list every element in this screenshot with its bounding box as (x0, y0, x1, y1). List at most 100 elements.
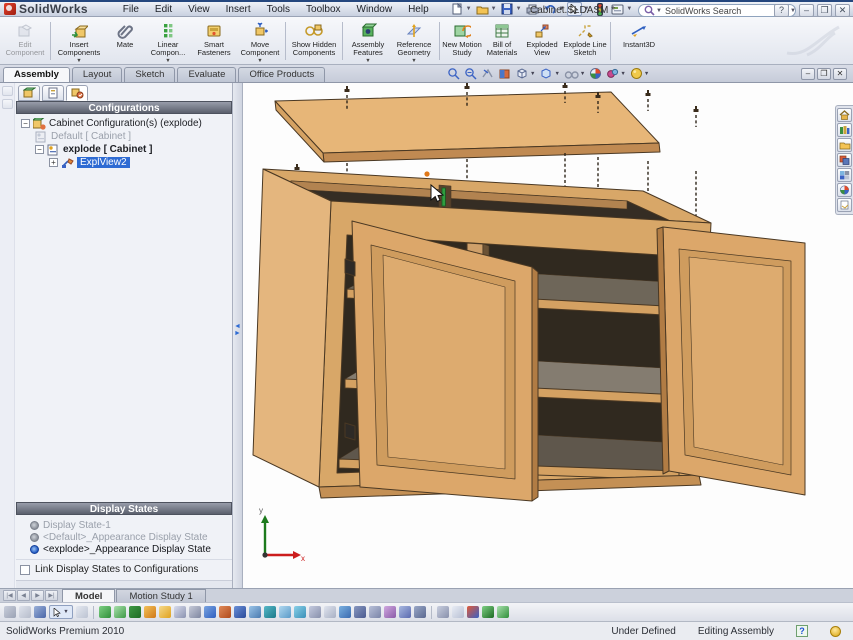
edit-appearance-icon[interactable] (589, 67, 602, 80)
open-folder-icon[interactable] (475, 2, 490, 16)
collapsed-tool-icon[interactable] (2, 99, 13, 109)
maximize-button[interactable]: ❐ (817, 4, 832, 17)
realview-appearance-tab[interactable] (837, 183, 852, 197)
simulation-icon[interactable] (437, 606, 449, 618)
options-caret-icon[interactable]: ▼ (626, 6, 632, 12)
insert-components-button[interactable]: Insert Components ▼ (53, 18, 105, 64)
edit-component-icon[interactable] (159, 606, 171, 618)
apply-scene-icon[interactable]: ▼ (606, 67, 625, 80)
doc-minimize-button[interactable]: – (801, 68, 815, 80)
dimensions-icon[interactable] (234, 606, 246, 618)
tab-evaluate[interactable]: Evaluate (177, 67, 236, 82)
solidworks-resources-tab[interactable] (837, 108, 852, 122)
menu-toolbox[interactable]: Toolbox (299, 3, 347, 16)
config-default-row[interactable]: Default [ Cabinet ] (18, 130, 232, 143)
select-caret-icon[interactable]: ▼ (63, 609, 68, 615)
hide-show-items-icon[interactable]: ▼ (564, 67, 585, 80)
assembly-features-button[interactable]: Assembly Features ▼ (345, 18, 391, 64)
property-manager-tab[interactable] (42, 85, 64, 101)
measure-icon[interactable] (264, 606, 276, 618)
zoom-to-area-icon[interactable] (464, 67, 477, 80)
curvature-icon[interactable] (294, 606, 306, 618)
mass-properties-icon[interactable] (249, 606, 261, 618)
search-scope-caret-icon[interactable]: ▼ (656, 8, 662, 14)
view-orientation-caret-icon[interactable]: ▼ (530, 71, 535, 77)
tab-scroll-first-icon[interactable]: |◀ (3, 590, 16, 601)
configuration-manager-tab[interactable] (66, 85, 88, 101)
panel-splitter[interactable]: ◄► (233, 83, 243, 588)
menu-view[interactable]: View (181, 3, 217, 16)
tab-scroll-next-icon[interactable]: ▶ (31, 590, 44, 601)
belt-chain-icon[interactable] (414, 606, 426, 618)
menu-edit[interactable]: Edit (148, 3, 179, 16)
selection-filter-icon[interactable] (4, 606, 16, 618)
sketch-icon[interactable] (309, 606, 321, 618)
zoom-to-fit-icon[interactable] (447, 67, 460, 80)
model-tab[interactable]: Model (62, 589, 115, 602)
mate-reference-icon[interactable] (384, 606, 396, 618)
lasso-selection-icon[interactable] (76, 606, 88, 618)
design-library-tab[interactable] (837, 123, 852, 137)
view-settings-icon[interactable]: ▼ (630, 67, 649, 80)
apply-scene-caret-icon[interactable]: ▼ (620, 71, 625, 77)
feature-manager-tab[interactable] (18, 85, 40, 101)
display-style-caret-icon[interactable]: ▼ (554, 71, 559, 77)
close-button[interactable]: ✕ (835, 4, 850, 17)
quick-tips-icon[interactable]: ? (796, 625, 808, 637)
search-input[interactable]: ▼ SolidWorks Search (638, 4, 796, 17)
doc-close-button[interactable]: ✕ (833, 68, 847, 80)
move-component-button[interactable]: Move Component ▼ (237, 18, 283, 64)
insert-component-icon[interactable] (99, 606, 111, 618)
move-component-caret-icon[interactable]: ▼ (257, 59, 262, 63)
filter-toggle-icon[interactable] (19, 606, 31, 618)
tab-scroll-last-icon[interactable]: ▶| (45, 590, 58, 601)
file-explorer-tab[interactable] (837, 138, 852, 152)
section-view-icon[interactable] (498, 67, 511, 80)
reload-icon[interactable] (497, 606, 509, 618)
display-style-icon[interactable]: ▼ (539, 67, 559, 80)
cabinet-right-door[interactable] (657, 227, 805, 495)
insert-components-caret-icon[interactable]: ▼ (76, 59, 81, 63)
display-state-row[interactable]: <Default>_Appearance Display State (16, 531, 232, 543)
show-hidden-components-button[interactable]: Show Hidden Components (288, 18, 340, 64)
move-component-icon[interactable] (144, 606, 156, 618)
status-sphere-icon[interactable] (830, 626, 841, 637)
component-pattern-icon[interactable] (129, 606, 141, 618)
axis-icon[interactable] (339, 606, 351, 618)
hide-show-caret-icon[interactable]: ▼ (580, 71, 585, 77)
view-palette-tab[interactable] (837, 153, 852, 167)
config-root-row[interactable]: − Cabinet Configuration(s) (explode) (18, 117, 232, 130)
expand-icon[interactable]: + (49, 158, 58, 167)
smart-component-icon[interactable] (399, 606, 411, 618)
minimize-button[interactable]: – (799, 4, 814, 17)
exploded-view-button[interactable]: Exploded View (522, 18, 562, 64)
mate-tool-icon[interactable] (114, 606, 126, 618)
edit-component-button[interactable]: Edit Component (2, 18, 48, 64)
cabinet-top-panel[interactable] (275, 92, 660, 162)
mate-button[interactable]: Mate (105, 18, 145, 64)
collapse-icon[interactable]: − (21, 119, 30, 128)
appearance-pie-icon[interactable] (467, 606, 479, 618)
cabinet-left-door[interactable] (345, 221, 538, 501)
collapse-icon[interactable]: − (35, 145, 44, 154)
section-properties-icon[interactable] (279, 606, 291, 618)
motion-study-tab[interactable]: Motion Study 1 (116, 589, 205, 602)
open-caret-icon[interactable]: ▼ (491, 6, 497, 12)
menu-window[interactable]: Window (350, 3, 400, 16)
isolate-icon[interactable] (482, 606, 494, 618)
collapsed-tool-icon[interactable] (2, 86, 13, 96)
magnified-selection-icon[interactable] (34, 606, 46, 618)
replace-components-icon[interactable] (219, 606, 231, 618)
menu-help[interactable]: Help (401, 3, 436, 16)
tab-layout[interactable]: Layout (72, 67, 123, 82)
interference-detection-icon[interactable] (189, 606, 201, 618)
assembly-xpert-icon[interactable] (204, 606, 216, 618)
appearances-scenes-tab[interactable] (837, 168, 852, 182)
splitter-arrows-icon[interactable]: ◄► (234, 323, 241, 337)
custom-properties-tab[interactable] (837, 198, 852, 212)
previous-view-icon[interactable] (481, 67, 494, 80)
cabinet-3d-view[interactable]: y x (243, 83, 853, 588)
config-explode-row[interactable]: − explode [ Cabinet ] (18, 143, 232, 156)
smart-fasteners-button[interactable]: Smart Fasteners (191, 18, 237, 64)
new-motion-study-button[interactable]: New Motion Study (442, 18, 482, 64)
